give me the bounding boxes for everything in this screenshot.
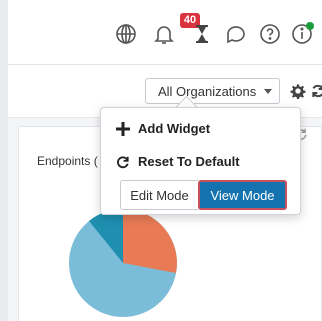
edit-mode-button[interactable]: Edit Mode — [120, 180, 198, 210]
gear-icon[interactable] — [290, 83, 306, 100]
left-frame — [0, 0, 8, 321]
pie-slice-orange — [123, 209, 177, 273]
plus-icon — [116, 121, 130, 136]
add-widget-item[interactable]: Add Widget — [116, 121, 210, 136]
mode-toggle-group: Edit Mode View Mode — [120, 180, 287, 210]
view-mode-button[interactable]: View Mode — [198, 180, 287, 210]
organization-select[interactable]: All Organizations — [145, 78, 280, 104]
top-bar: 40 — [8, 0, 322, 65]
bell-icon[interactable] — [152, 22, 176, 46]
organization-select-value: All Organizations — [158, 83, 257, 99]
caret-down-icon — [264, 88, 273, 94]
reset-default-item[interactable]: Reset To Default — [116, 154, 240, 169]
add-widget-label: Add Widget — [138, 121, 211, 136]
globe-icon[interactable] — [114, 22, 138, 46]
widget-settings-popover: Add Widget Reset To Default Edit Mode Vi… — [100, 107, 301, 215]
hourglass-icon[interactable] — [190, 22, 214, 46]
help-icon[interactable] — [258, 22, 282, 46]
chat-icon[interactable] — [224, 22, 248, 46]
info-icon[interactable] — [290, 22, 314, 46]
refresh-icon[interactable] — [310, 83, 322, 99]
widget-title: Endpoints ( 8 — [37, 154, 108, 168]
reset-default-label: Reset To Default — [138, 154, 240, 169]
reset-icon — [116, 155, 130, 169]
endpoints-pie-chart — [69, 209, 177, 317]
